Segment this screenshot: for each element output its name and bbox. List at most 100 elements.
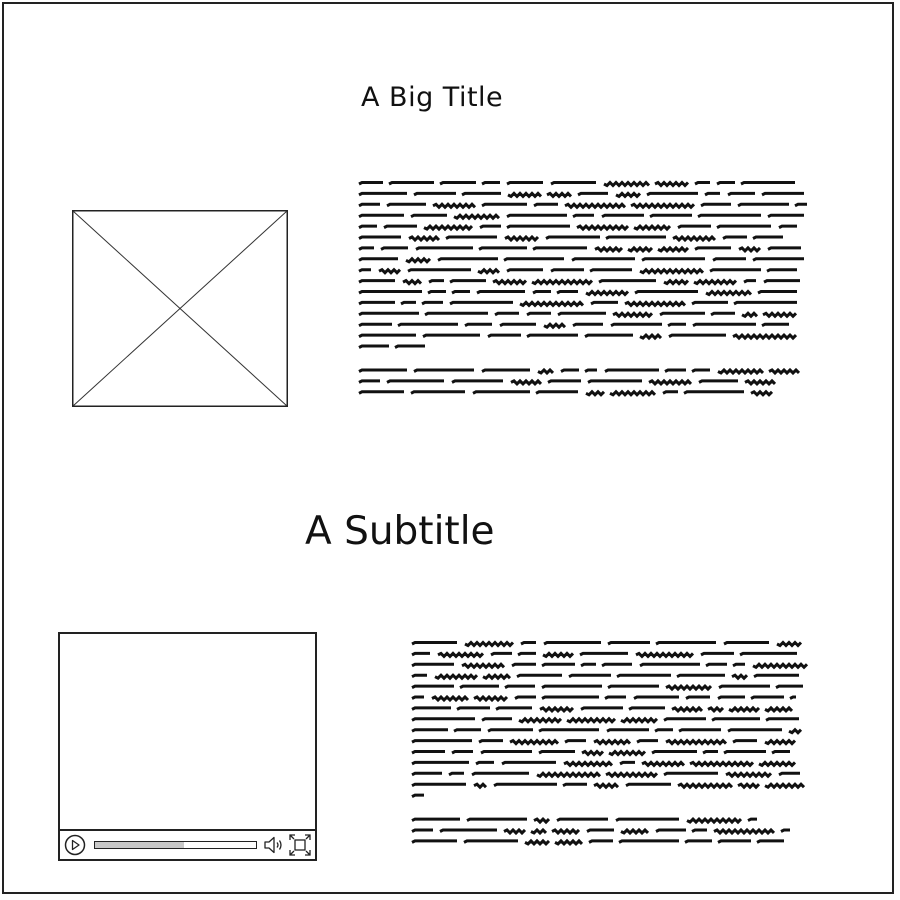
text-placeholder-word — [636, 739, 658, 744]
text-placeholder-word — [593, 782, 620, 790]
text-placeholder-word — [411, 793, 424, 798]
video-player[interactable] — [58, 632, 317, 861]
text-placeholder-word — [506, 268, 543, 273]
text-placeholder-word — [539, 705, 575, 714]
text-placeholder-word — [601, 213, 644, 219]
text-placeholder-word — [722, 235, 747, 240]
play-icon[interactable] — [64, 834, 86, 856]
text-placeholder-word — [686, 816, 743, 825]
text-placeholder-word — [411, 662, 454, 668]
text-placeholder-word — [439, 181, 476, 186]
text-placeholder-word — [741, 311, 759, 319]
text-placeholder-word — [411, 817, 460, 822]
text-placeholder-word — [580, 706, 623, 711]
text-placeholder-word — [763, 279, 800, 284]
volume-icon[interactable] — [263, 835, 285, 855]
video-controls-bar — [60, 829, 315, 859]
text-placeholder-word — [501, 760, 556, 766]
text-placeholder-word — [747, 817, 757, 822]
text-placeholder-word — [580, 662, 596, 668]
text-placeholder-word — [383, 224, 417, 229]
text-placeholder-word — [506, 213, 567, 219]
text-placeholder-word — [624, 300, 687, 308]
text-placeholder-word — [667, 322, 686, 328]
text-placeholder-word — [378, 267, 402, 275]
text-placeholder-word — [794, 202, 807, 208]
text-placeholder-word — [481, 368, 530, 373]
text-placeholder-word — [684, 839, 712, 844]
text-placeholder-word — [541, 684, 602, 689]
text-placeholder-word — [546, 191, 573, 199]
text-placeholder-word — [411, 760, 469, 766]
text-placeholder-word — [479, 224, 501, 229]
text-placeholder-word — [428, 279, 444, 284]
text-placeholder-word — [423, 223, 474, 232]
text-placeholder-word — [519, 300, 585, 308]
text-placeholder-word — [727, 728, 782, 733]
text-placeholder-word — [731, 673, 749, 681]
text-placeholder-word — [472, 390, 530, 395]
text-placeholder-word — [694, 246, 731, 251]
text-placeholder-word — [411, 782, 466, 788]
text-placeholder-word — [556, 817, 608, 822]
text-placeholder-word — [752, 662, 808, 670]
text-placeholder-word — [471, 771, 529, 777]
text-placeholder-word — [526, 311, 551, 317]
text-placeholder-word — [503, 827, 527, 836]
text-placeholder-word — [506, 181, 543, 186]
text-placeholder-word — [630, 202, 696, 210]
progress-fill — [95, 842, 184, 848]
text-placeholder-word — [700, 651, 734, 657]
text-placeholder-word — [665, 738, 728, 746]
text-placeholder-word — [560, 368, 579, 373]
text-placeholder-word — [481, 181, 500, 186]
text-placeholder-word — [463, 839, 518, 844]
video-progress-bar[interactable] — [94, 841, 257, 849]
text-placeholder-word — [358, 379, 380, 384]
text-placeholder-word — [492, 278, 528, 286]
text-placeholder-word — [700, 202, 731, 208]
text-placeholder-word — [678, 728, 721, 733]
text-placeholder-word — [563, 760, 614, 768]
text-placeholder-word — [757, 290, 797, 295]
text-placeholder-word — [493, 782, 557, 788]
text-placeholder-word — [461, 191, 501, 197]
text-placeholder-word — [716, 181, 735, 186]
text-placeholder-word — [628, 706, 665, 711]
text-placeholder-word — [538, 728, 599, 733]
text-placeholder-word — [451, 379, 503, 384]
text-placeholder-word — [717, 367, 765, 376]
text-placeholder-word — [761, 191, 804, 197]
text-placeholder-word — [566, 716, 617, 724]
text-placeholder-word — [481, 202, 527, 208]
text-placeholder-word — [585, 389, 606, 397]
image-placeholder-icon — [72, 210, 288, 407]
text-placeholder-word — [771, 750, 790, 755]
text-placeholder-word — [692, 322, 756, 328]
text-placeholder-word — [524, 838, 551, 847]
text-placeholder-word — [609, 389, 657, 397]
text-placeholder-word — [410, 390, 465, 395]
text-placeholder-word — [482, 673, 512, 681]
text-placeholder-word — [358, 213, 404, 219]
text-placeholder-word — [517, 651, 536, 657]
text-placeholder-word — [677, 224, 711, 229]
text-placeholder-word — [358, 181, 383, 186]
text-placeholder-word — [543, 322, 567, 330]
fullscreen-icon[interactable] — [289, 834, 311, 856]
text-placeholder-word — [635, 651, 695, 659]
text-placeholder-word — [604, 695, 626, 700]
text-placeholder-word — [421, 300, 443, 306]
text-placeholder-word — [514, 695, 536, 700]
text-placeholder-word — [738, 245, 762, 254]
text-placeholder-word — [494, 311, 519, 317]
text-placeholder-word — [422, 333, 480, 338]
text-placeholder-word — [413, 368, 474, 373]
text-placeholder-word — [671, 705, 704, 714]
text-placeholder-word — [768, 367, 801, 376]
text-placeholder-word — [556, 290, 578, 295]
text-placeholder-word — [662, 390, 678, 395]
text-placeholder-word — [415, 246, 473, 251]
text-placeholder-word — [712, 257, 746, 262]
text-placeholder-word — [620, 827, 650, 836]
